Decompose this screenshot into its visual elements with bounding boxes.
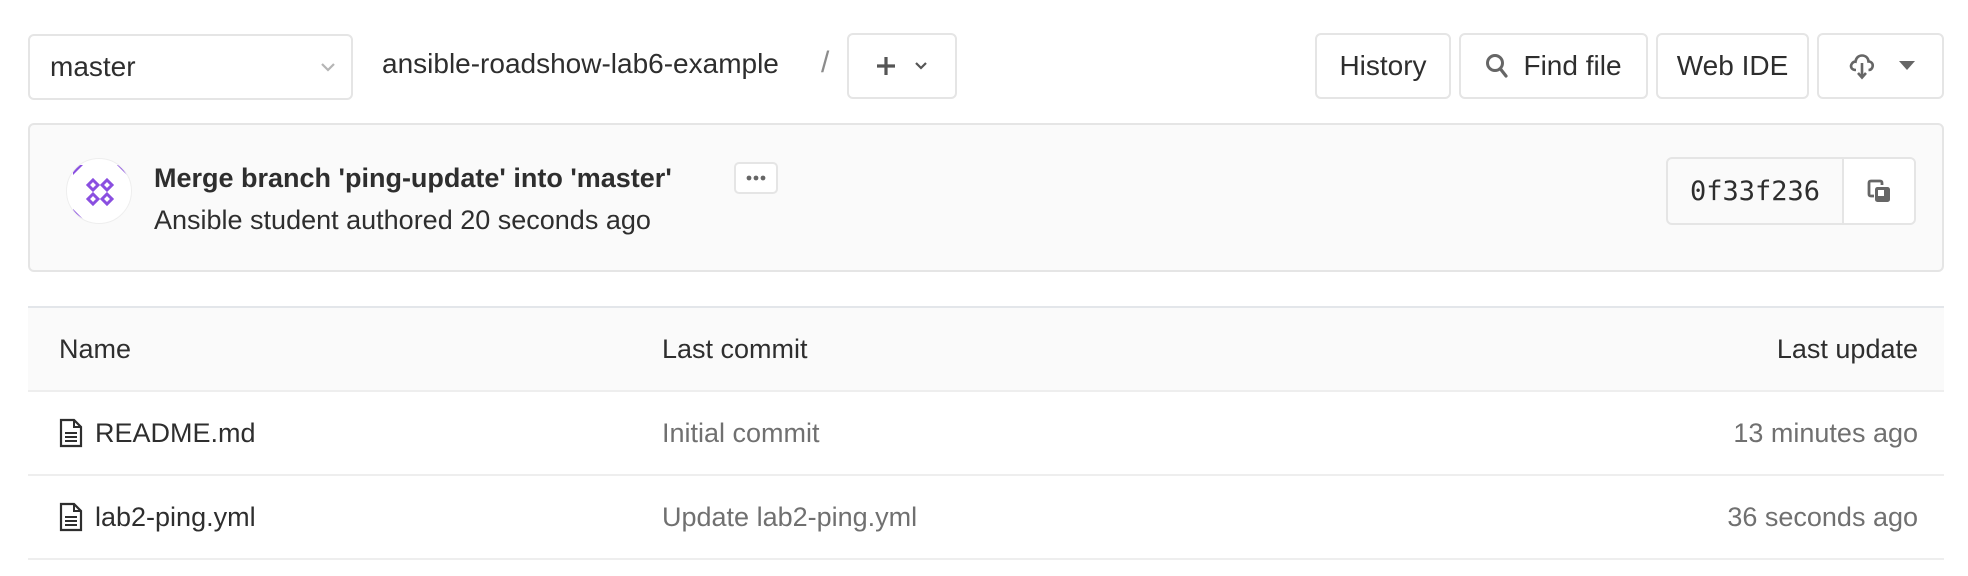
chevron-down-icon: [319, 58, 337, 76]
toggle-commit-description-button[interactable]: [734, 162, 778, 194]
caret-down-icon: [1898, 61, 1915, 71]
last-commit-link[interactable]: Initial commit: [662, 418, 820, 449]
copy-icon: [1865, 177, 1893, 205]
web-ide-label: Web IDE: [1676, 50, 1789, 81]
file-tree-table: Name Last commit Last update README.md I…: [28, 306, 1944, 560]
table-header: Name Last commit Last update: [28, 308, 1944, 392]
file-name-cell: README.md: [59, 418, 256, 449]
history-label: History: [1339, 50, 1427, 81]
ellipsis-icon: [746, 175, 766, 181]
plus-icon: [875, 55, 897, 77]
last-update-time: 13 minutes ago: [1733, 418, 1918, 448]
file-text-icon: [59, 418, 83, 448]
branch-select[interactable]: master: [28, 34, 353, 100]
commit-author-line: Ansible student authored 20 seconds ago: [154, 205, 651, 235]
history-button[interactable]: History: [1315, 33, 1451, 99]
last-commit-link[interactable]: Update lab2-ping.yml: [662, 502, 917, 533]
breadcrumb-project[interactable]: ansible-roadshow-lab6-example: [382, 48, 779, 80]
branch-name: master: [50, 51, 136, 82]
cloud-download-icon: [1847, 51, 1877, 81]
table-row[interactable]: lab2-ping.yml Update lab2-ping.yml 36 se…: [28, 476, 1944, 560]
file-name-cell: lab2-ping.yml: [59, 502, 256, 533]
file-name-link[interactable]: README.md: [95, 418, 256, 449]
avatar[interactable]: [66, 158, 132, 224]
commit-title[interactable]: Merge branch 'ping-update' into 'master': [154, 163, 672, 194]
download-dropdown-button[interactable]: [1817, 33, 1944, 99]
file-text-icon: [59, 502, 83, 532]
commit-sha-group: 0f33f236: [1666, 157, 1916, 225]
last-update-time: 36 seconds ago: [1727, 502, 1918, 532]
find-file-label: Find file: [1523, 50, 1622, 81]
table-row[interactable]: README.md Initial commit 13 minutes ago: [28, 392, 1944, 476]
file-name-link[interactable]: lab2-ping.yml: [95, 502, 256, 533]
chevron-down-icon: [913, 58, 929, 74]
column-header-last-commit: Last commit: [662, 334, 808, 364]
add-file-dropdown-button[interactable]: [847, 33, 957, 99]
last-commit-panel: Merge branch 'ping-update' into 'master'…: [28, 123, 1944, 272]
column-header-name: Name: [59, 334, 132, 364]
web-ide-button[interactable]: Web IDE: [1656, 33, 1809, 99]
copy-sha-button[interactable]: [1844, 159, 1914, 223]
find-file-button[interactable]: Find file: [1459, 33, 1648, 99]
search-icon: [1485, 53, 1509, 79]
breadcrumb-separator: /: [821, 46, 830, 79]
commit-sha[interactable]: 0f33f236: [1668, 159, 1844, 223]
column-header-last-update: Last update: [1776, 334, 1918, 364]
